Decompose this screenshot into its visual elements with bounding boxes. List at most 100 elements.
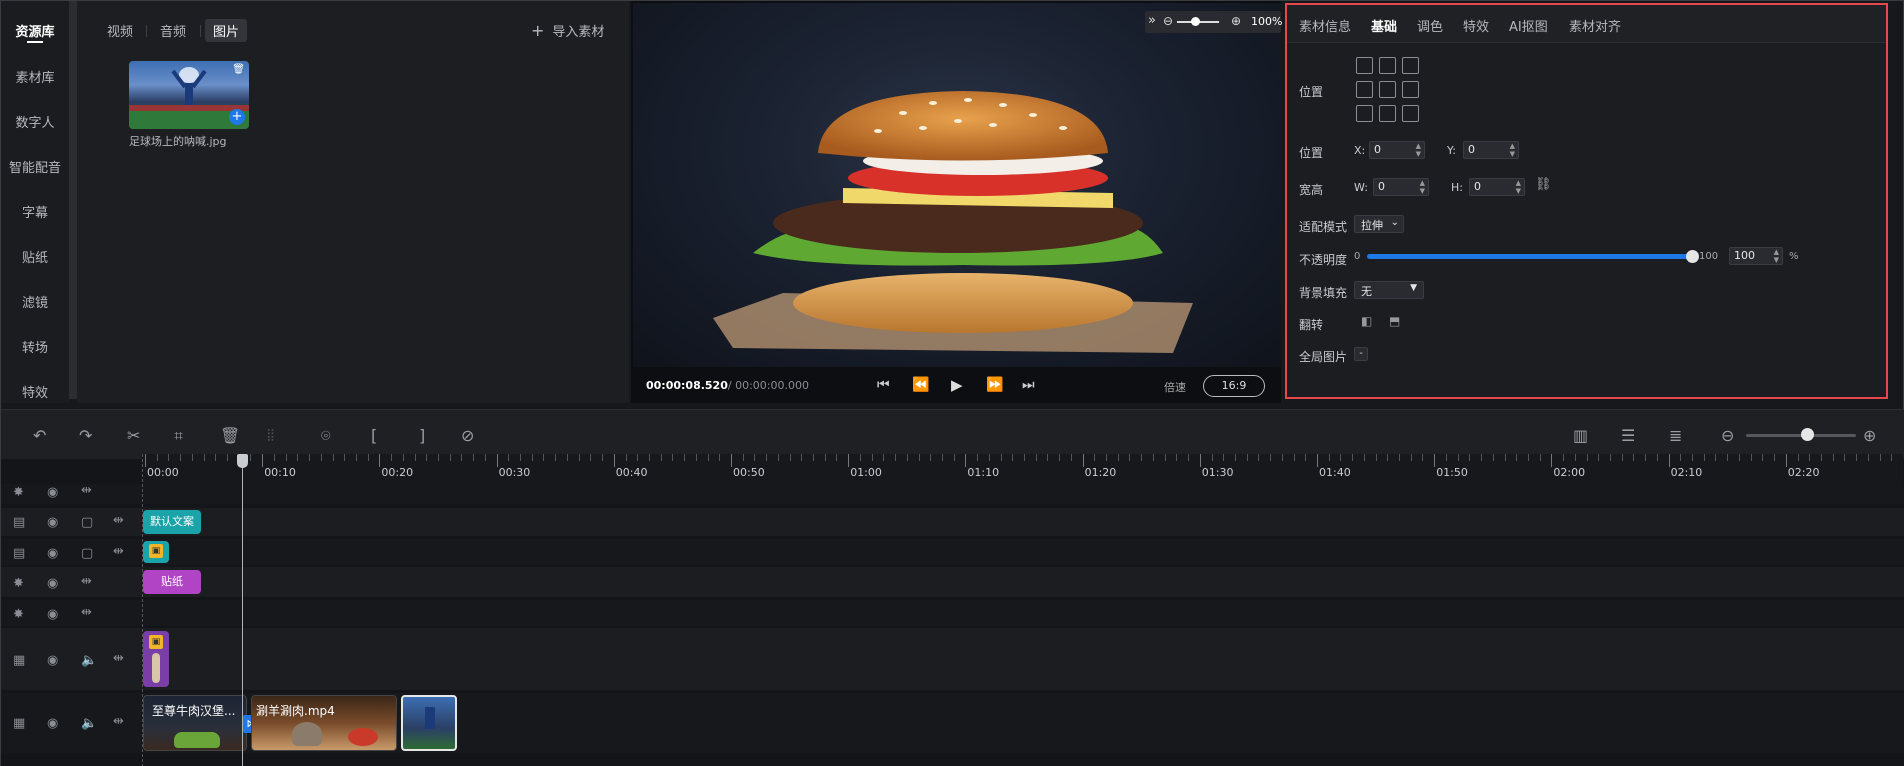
- trash-icon[interactable]: 🗑: [220, 426, 240, 445]
- flip-vertical-icon[interactable]: ⬒: [1389, 314, 1400, 328]
- split-icon[interactable]: ⇹: [113, 651, 124, 666]
- align-middle-right[interactable]: [1402, 81, 1419, 98]
- y-input[interactable]: 0 ▲ ▼: [1463, 141, 1519, 159]
- rewind-icon[interactable]: ⏪: [912, 377, 929, 393]
- eye-icon[interactable]: ◉: [47, 546, 58, 561]
- magnet-icon[interactable]: ≣: [1669, 426, 1682, 445]
- align-bottom-left[interactable]: [1356, 105, 1373, 122]
- eye-icon[interactable]: ◉: [47, 716, 58, 731]
- align-bottom-right[interactable]: [1402, 105, 1419, 122]
- volume-icon[interactable]: 🔈: [81, 653, 97, 668]
- tab-align[interactable]: 素材对齐: [1569, 16, 1621, 35]
- text-template-clip[interactable]: ▣: [143, 541, 169, 563]
- text-clip[interactable]: 默认文案: [143, 510, 201, 534]
- stepper-arrows-icon[interactable]: ▲ ▼: [1510, 142, 1515, 158]
- redo-icon[interactable]: ↷: [79, 426, 92, 445]
- double-chevron-right-icon[interactable]: »: [1148, 13, 1156, 28]
- undo-icon[interactable]: ↶: [33, 426, 46, 445]
- opacity-input[interactable]: 100 ▲ ▼: [1729, 247, 1783, 265]
- eye-icon[interactable]: ◉: [47, 485, 58, 500]
- align-center[interactable]: [1379, 81, 1396, 98]
- no-snap-icon[interactable]: ⊘: [461, 426, 474, 445]
- aspect-ratio-button[interactable]: 16:9: [1203, 375, 1265, 397]
- fast-forward-icon[interactable]: ⏩: [986, 377, 1003, 393]
- volume-icon[interactable]: 🔈: [81, 716, 97, 731]
- split-icon[interactable]: ⇹: [81, 483, 92, 498]
- zoom-in-icon[interactable]: ⊕: [1231, 14, 1241, 28]
- flip-horizontal-icon[interactable]: ◧: [1361, 314, 1372, 328]
- document-icon[interactable]: ▢: [81, 546, 93, 561]
- nav-subtitle[interactable]: 字幕: [1, 202, 69, 221]
- stepper-arrows-icon[interactable]: ▲ ▼: [1420, 179, 1425, 195]
- height-input[interactable]: 0 ▲ ▼: [1469, 178, 1525, 196]
- crop-icon[interactable]: ⌗: [174, 426, 183, 446]
- time-ruler[interactable]: 00:00 00:10 00:20 00:30 00:40 00:50 01:00 01:10…: [141, 454, 1903, 484]
- skip-start-icon[interactable]: ⏮: [877, 377, 890, 393]
- bg-fill-select[interactable]: 无 ▼: [1354, 281, 1424, 299]
- skip-end-icon[interactable]: ⏭: [1022, 377, 1035, 393]
- tab-video[interactable]: 视频: [107, 21, 133, 40]
- tab-effects[interactable]: 特效: [1463, 16, 1489, 35]
- play-icon[interactable]: ▶: [951, 376, 963, 394]
- nav-material-library[interactable]: 素材库: [1, 67, 69, 86]
- split-icon[interactable]: ⇹: [81, 574, 92, 589]
- tab-asset-info[interactable]: 素材信息: [1299, 16, 1351, 35]
- scissors-icon[interactable]: ✂: [127, 426, 140, 445]
- split-icon[interactable]: ⇹: [113, 714, 124, 729]
- opacity-slider-handle[interactable]: [1686, 250, 1699, 263]
- asset-thumbnail[interactable]: 🗑 +: [129, 61, 249, 129]
- tab-ai-cutout[interactable]: AI抠图: [1509, 16, 1548, 35]
- trash-icon[interactable]: 🗑: [232, 64, 245, 75]
- fit-mode-select[interactable]: 拉伸 ⌄: [1354, 215, 1404, 233]
- eye-icon[interactable]: ◉: [47, 653, 58, 668]
- tab-images[interactable]: 图片: [205, 19, 248, 42]
- nav-digital-human[interactable]: 数字人: [1, 112, 69, 131]
- align-top-center[interactable]: [1379, 57, 1396, 74]
- timeline-zoom-in-icon[interactable]: ⊕: [1863, 426, 1876, 445]
- timeline-zoom-out-icon[interactable]: ⊖: [1721, 426, 1734, 445]
- align-top-right[interactable]: [1402, 57, 1419, 74]
- marker-icon[interactable]: ⌾: [321, 426, 331, 446]
- eye-icon[interactable]: ◉: [47, 607, 58, 622]
- speed-button[interactable]: 倍速: [1164, 379, 1186, 395]
- align-top-left[interactable]: [1356, 57, 1373, 74]
- align-middle-left[interactable]: [1356, 81, 1373, 98]
- mark-in-icon[interactable]: [: [371, 426, 377, 445]
- digital-human-clip[interactable]: ▣: [143, 631, 169, 687]
- global-image-toggle[interactable]: -: [1354, 347, 1368, 361]
- playhead-line[interactable]: [242, 454, 243, 766]
- playhead-handle[interactable]: [237, 454, 248, 468]
- stepper-arrows-icon[interactable]: ▲ ▼: [1516, 179, 1521, 195]
- nav-scrollbar[interactable]: [69, 1, 77, 399]
- opacity-slider-track[interactable]: [1367, 254, 1692, 259]
- image-clip-stadium[interactable]: [401, 695, 457, 751]
- nav-transition[interactable]: 转场: [1, 337, 69, 356]
- add-to-timeline-icon[interactable]: +: [229, 109, 245, 125]
- tab-audio[interactable]: 音频: [160, 21, 186, 40]
- nav-sticker[interactable]: 贴纸: [1, 247, 69, 266]
- nav-effects[interactable]: 特效: [1, 382, 69, 401]
- nav-resource-library[interactable]: 资源库: [1, 21, 69, 40]
- align-frames-icon[interactable]: ☰: [1621, 426, 1635, 445]
- tab-color[interactable]: 调色: [1417, 16, 1443, 35]
- eye-icon[interactable]: ◉: [47, 515, 58, 530]
- stepper-arrows-icon[interactable]: ▲ ▼: [1416, 142, 1421, 158]
- nav-filter[interactable]: 滤镜: [1, 292, 69, 311]
- sticker-clip[interactable]: 贴纸: [143, 570, 201, 594]
- width-input[interactable]: 0 ▲ ▼: [1373, 178, 1429, 196]
- mark-out-icon[interactable]: ]: [419, 426, 425, 445]
- x-input[interactable]: 0 ▲ ▼: [1369, 141, 1425, 159]
- import-asset-button[interactable]: + 导入素材: [531, 21, 604, 40]
- nav-smart-dubbing[interactable]: 智能配音: [1, 157, 69, 176]
- stepper-arrows-icon[interactable]: ▲ ▼: [1774, 248, 1779, 264]
- zoom-out-icon[interactable]: ⊖: [1163, 14, 1173, 28]
- preview-canvas[interactable]: [633, 3, 1281, 367]
- video-clip-burger[interactable]: 至尊牛肉汉堡...: [143, 695, 247, 751]
- split-icon[interactable]: ⇹: [113, 513, 124, 528]
- link-ratio-icon[interactable]: ⛓: [1535, 177, 1552, 192]
- zoom-slider-handle[interactable]: [1191, 17, 1200, 26]
- split-icon[interactable]: ⇹: [113, 544, 124, 559]
- split-icon[interactable]: ⇹: [81, 605, 92, 620]
- eye-icon[interactable]: ◉: [47, 576, 58, 591]
- audio-wave-icon[interactable]: ⦙⦙: [267, 426, 274, 446]
